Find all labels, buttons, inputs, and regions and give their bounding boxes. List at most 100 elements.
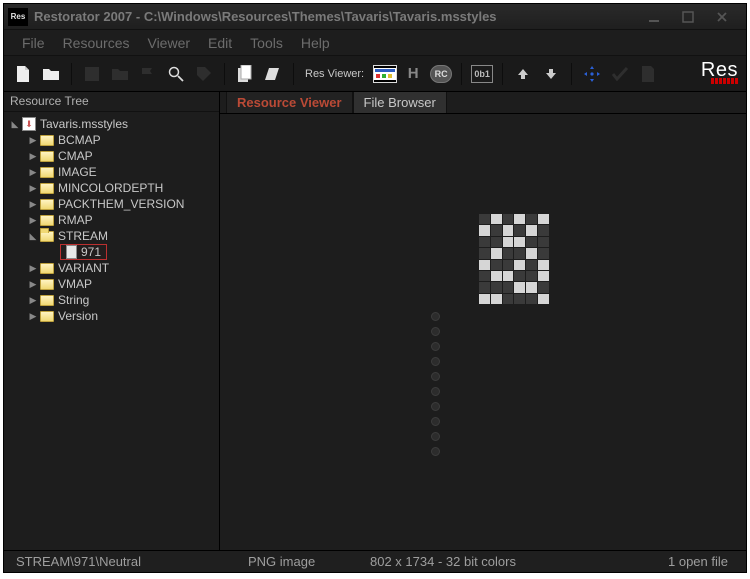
maximize-button[interactable] <box>678 9 698 25</box>
copy-icon[interactable] <box>234 63 256 85</box>
preview-sprite <box>479 214 549 304</box>
tree-item-variant[interactable]: ▶ VARIANT <box>4 260 219 276</box>
tree-item-string[interactable]: ▶ String <box>4 292 219 308</box>
up-arrow-icon[interactable] <box>512 63 534 85</box>
tree-item-version[interactable]: ▶ Version <box>4 308 219 324</box>
menu-resources[interactable]: Resources <box>63 35 130 51</box>
tree-item-label: Version <box>58 309 98 323</box>
tree-header: Resource Tree <box>4 92 219 112</box>
tree-item-label: IMAGE <box>58 165 97 179</box>
tree-item-vmap[interactable]: ▶ VMAP <box>4 276 219 292</box>
folder-icon <box>40 215 54 226</box>
tree-item-label: VARIANT <box>58 261 109 275</box>
separator <box>293 63 294 85</box>
menu-edit[interactable]: Edit <box>208 35 232 51</box>
tree-item-label: PACKTHEM_VERSION <box>58 197 184 211</box>
folder-icon <box>40 151 54 162</box>
resource-tree-panel: Resource Tree ◣ ⬇ Tavaris.msstyles ▶ BCM… <box>4 92 220 550</box>
move-icon[interactable] <box>581 63 603 85</box>
tree-item-label: VMAP <box>58 277 92 291</box>
separator <box>71 63 72 85</box>
file-icon <box>66 245 77 259</box>
expand-icon[interactable]: ▶ <box>28 311 38 322</box>
expand-icon[interactable]: ▶ <box>28 167 38 178</box>
toolbar: Res Viewer: H RC 0b1 <box>4 56 746 92</box>
new-file-icon[interactable] <box>12 63 34 85</box>
search-icon[interactable] <box>165 63 187 85</box>
collapse-icon[interactable]: ◣ <box>10 119 20 130</box>
tree-root[interactable]: ◣ ⬇ Tavaris.msstyles <box>4 116 219 132</box>
expand-icon[interactable]: ▶ <box>28 279 38 290</box>
tabs: Resource Viewer File Browser <box>220 92 746 114</box>
expand-icon[interactable]: ▶ <box>28 199 38 210</box>
collapse-icon[interactable]: ◣ <box>28 231 38 242</box>
expand-icon[interactable]: ▶ <box>28 295 38 306</box>
expand-icon[interactable]: ▶ <box>28 135 38 146</box>
close-button[interactable] <box>712 9 732 25</box>
resviewer-label: Res Viewer: <box>305 68 364 80</box>
resview-rc-icon[interactable]: RC <box>430 63 452 85</box>
tree-item-label: STREAM <box>58 229 108 243</box>
status-path: STREAM\971\Neutral <box>4 554 236 569</box>
app-window: Res Restorator 2007 - C:\Windows\Resourc… <box>3 3 747 573</box>
preview-dots <box>431 312 440 456</box>
tag-icon[interactable] <box>193 63 215 85</box>
page-dark-icon[interactable] <box>637 63 659 85</box>
erase-icon[interactable] <box>262 63 284 85</box>
down-arrow-icon[interactable] <box>540 63 562 85</box>
tree-item-label: 971 <box>81 245 101 259</box>
folder-icon <box>40 183 54 194</box>
folder-icon <box>40 295 54 306</box>
save-icon[interactable] <box>81 63 103 85</box>
tree-item-bcmap[interactable]: ▶ BCMAP <box>4 132 219 148</box>
expand-icon[interactable]: ▶ <box>28 183 38 194</box>
tree-item-packthem[interactable]: ▶ PACKTHEM_VERSION <box>4 196 219 212</box>
body: Resource Tree ◣ ⬇ Tavaris.msstyles ▶ BCM… <box>4 92 746 550</box>
tree-item-rmap[interactable]: ▶ RMAP <box>4 212 219 228</box>
window-controls <box>644 9 746 25</box>
resview-image-icon[interactable] <box>374 63 396 85</box>
separator <box>571 63 572 85</box>
separator <box>224 63 225 85</box>
tree-item-cmap[interactable]: ▶ CMAP <box>4 148 219 164</box>
tree-item-image[interactable]: ▶ IMAGE <box>4 164 219 180</box>
viewer-content[interactable] <box>220 114 746 550</box>
folder-open-icon <box>40 231 54 242</box>
tree-item-label: MINCOLORDEPTH <box>58 181 163 195</box>
separator <box>461 63 462 85</box>
open-file-icon[interactable] <box>40 63 62 85</box>
status-type: PNG image <box>236 554 358 569</box>
menu-file[interactable]: File <box>22 35 45 51</box>
tree-item-mincolordepth[interactable]: ▶ MINCOLORDEPTH <box>4 180 219 196</box>
resview-hex-icon[interactable]: 0b1 <box>471 63 493 85</box>
folder-icon <box>40 135 54 146</box>
expand-icon[interactable]: ▶ <box>28 215 38 226</box>
app-icon: Res <box>8 8 28 26</box>
separator <box>502 63 503 85</box>
expand-icon[interactable]: ▶ <box>28 151 38 162</box>
minimize-button[interactable] <box>644 9 664 25</box>
status-dimensions: 802 x 1734 - 32 bit colors <box>358 554 528 569</box>
resource-preview <box>413 202 553 462</box>
brand-logo: Res <box>701 63 738 84</box>
tab-resource-viewer[interactable]: Resource Viewer <box>226 92 353 113</box>
tree-item-label: String <box>58 293 89 307</box>
resview-h-icon[interactable]: H <box>402 63 424 85</box>
check-icon[interactable] <box>609 63 631 85</box>
flag-icon[interactable] <box>137 63 159 85</box>
tree-item-stream[interactable]: ◣ STREAM <box>4 228 219 244</box>
menu-viewer[interactable]: Viewer <box>147 35 190 51</box>
tree-item-label: BCMAP <box>58 133 101 147</box>
tab-file-browser[interactable]: File Browser <box>353 92 447 113</box>
expand-icon[interactable]: ▶ <box>28 263 38 274</box>
tree-root-label: Tavaris.msstyles <box>40 117 128 131</box>
tree-item-971[interactable]: 971 <box>60 244 107 260</box>
right-area: Resource Viewer File Browser <box>220 92 746 550</box>
menu-tools[interactable]: Tools <box>250 35 283 51</box>
titlebar[interactable]: Res Restorator 2007 - C:\Windows\Resourc… <box>4 4 746 30</box>
folder-icon <box>40 199 54 210</box>
resource-tree[interactable]: ◣ ⬇ Tavaris.msstyles ▶ BCMAP ▶ CMAP <box>4 112 219 550</box>
menu-help[interactable]: Help <box>301 35 330 51</box>
folder-dark-icon[interactable] <box>109 63 131 85</box>
statusbar: STREAM\971\Neutral PNG image 802 x 1734 … <box>4 550 746 572</box>
